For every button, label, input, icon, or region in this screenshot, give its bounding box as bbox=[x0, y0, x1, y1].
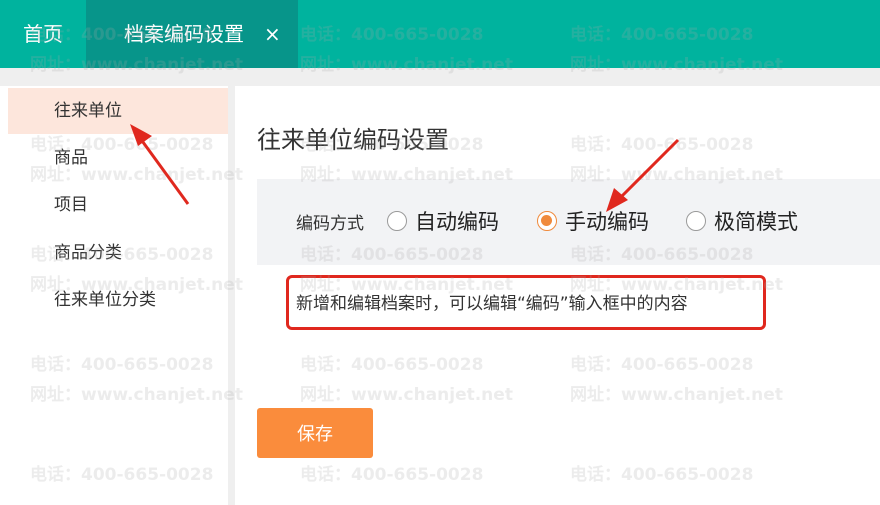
sidebar-item-goods[interactable]: 商品 bbox=[8, 135, 228, 181]
sidebar: 往来单位 商品 项目 商品分类 往来单位分类 bbox=[0, 86, 228, 505]
radio-label: 极简模式 bbox=[714, 210, 798, 234]
radio-circle-icon[interactable] bbox=[387, 211, 407, 231]
sidebar-item-label: 往来单位 bbox=[54, 101, 122, 121]
tab-label: 档案编码设置 bbox=[124, 22, 244, 46]
sidebar-item-label: 往来单位分类 bbox=[54, 290, 156, 310]
coding-mode-row: 编码方式 自动编码 手动编码 极简模式 bbox=[257, 179, 880, 265]
save-button[interactable]: 保存 bbox=[257, 408, 373, 458]
main-panel: 往来单位编码设置 编码方式 自动编码 手动编码 极简模式 新增和编辑档案时，可以… bbox=[235, 86, 880, 505]
page-title: 往来单位编码设置 bbox=[257, 126, 449, 154]
radio-manual-coding[interactable]: 手动编码 bbox=[537, 206, 649, 236]
tab-home[interactable]: 首页 bbox=[0, 0, 86, 68]
radio-auto-coding[interactable]: 自动编码 bbox=[387, 206, 499, 236]
coding-description: 新增和编辑档案时，可以编辑“编码”输入框中的内容 bbox=[296, 294, 688, 314]
sidebar-item-label: 项目 bbox=[54, 195, 88, 215]
coding-mode-label: 编码方式 bbox=[296, 214, 364, 234]
sidebar-item-label: 商品 bbox=[54, 148, 88, 168]
sidebar-item-project[interactable]: 项目 bbox=[8, 182, 228, 228]
sidebar-item-partner-unit-category[interactable]: 往来单位分类 bbox=[8, 277, 228, 323]
radio-minimal-mode[interactable]: 极简模式 bbox=[686, 206, 798, 236]
sidebar-item-partner-unit[interactable]: 往来单位 bbox=[8, 88, 228, 134]
tab-archive-code-settings[interactable]: 档案编码设置 × bbox=[86, 0, 298, 68]
sidebar-item-goods-category[interactable]: 商品分类 bbox=[8, 230, 228, 276]
radio-label: 自动编码 bbox=[415, 210, 499, 234]
sidebar-item-label: 商品分类 bbox=[54, 243, 122, 263]
top-tab-bar: 首页 档案编码设置 × bbox=[0, 0, 880, 68]
radio-circle-icon[interactable] bbox=[686, 211, 706, 231]
radio-checked-icon[interactable] bbox=[537, 211, 557, 231]
close-icon[interactable]: × bbox=[264, 0, 281, 68]
radio-label: 手动编码 bbox=[565, 210, 649, 234]
